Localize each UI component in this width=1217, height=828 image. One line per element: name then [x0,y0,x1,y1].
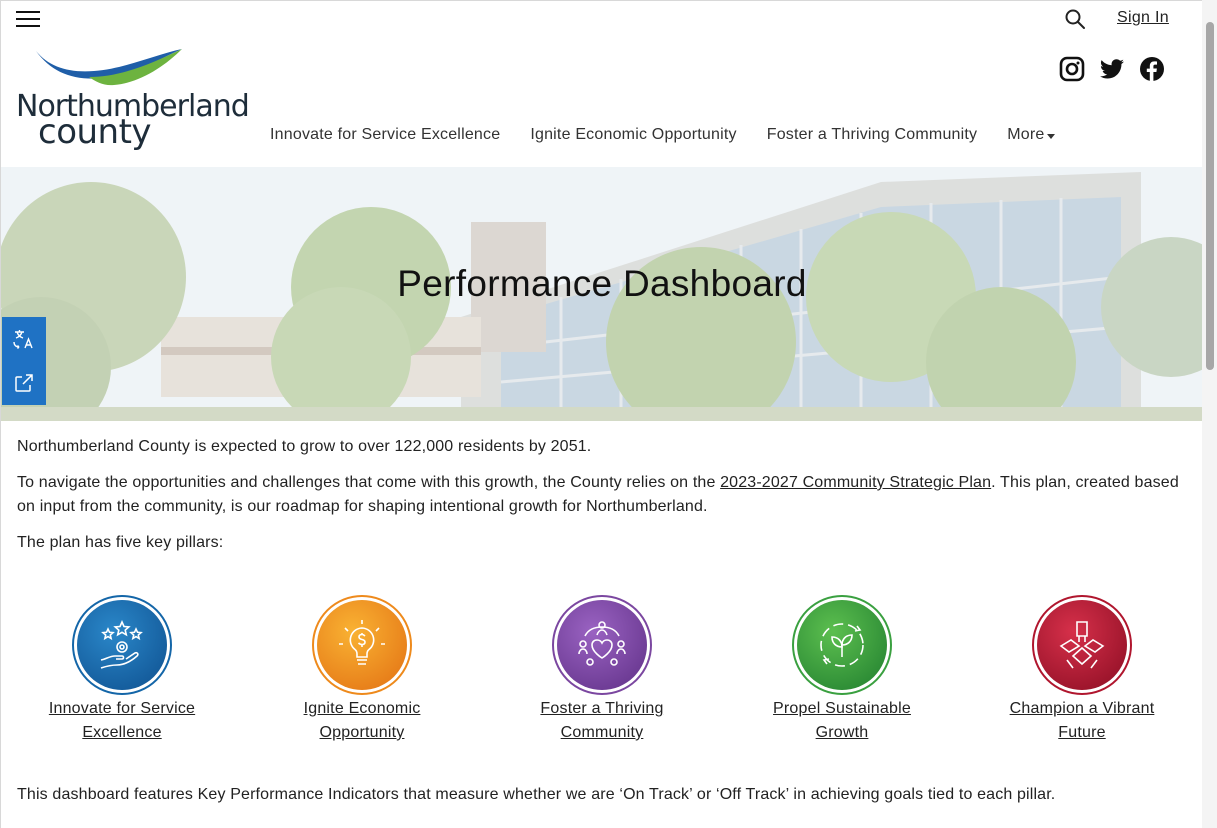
county-logo[interactable]: Northumberland county [14,45,250,160]
pillar-propel-badge[interactable] [792,595,892,695]
scrollbar-thumb[interactable] [1206,22,1214,370]
pillar-champion-link[interactable]: Champion a Vibrant Future [962,697,1202,745]
twitter-icon[interactable] [1099,56,1125,82]
pillar-propel: Propel Sustainable Growth [722,595,962,745]
nav-item-innovate[interactable]: Innovate for Service Excellence [270,126,500,144]
nav-item-foster[interactable]: Foster a Thriving Community [767,126,978,144]
hands-together-icon [1059,621,1105,669]
page-title: Performance Dashboard [397,263,807,304]
pillars-row: Innovate for Service Excellence Ignite E… [1,595,1203,755]
share-icon[interactable] [12,371,36,395]
pillar-foster-badge[interactable] [552,595,652,695]
side-toolbar [2,317,46,405]
pillar-innovate-link[interactable]: Innovate for Service Excellence [2,697,242,745]
pillar-innovate: Innovate for Service Excellence [2,595,242,745]
nav-more-label: More [1007,126,1045,143]
intro-paragraph-3: The plan has five key pillars: [17,534,224,551]
intro-content: Northumberland County is expected to gro… [17,435,1192,567]
pillar-foster-link[interactable]: Foster a Thriving Community [482,697,722,745]
nav-item-more[interactable]: More [1007,126,1055,144]
caret-down-icon [1046,133,1055,139]
pillar-ignite: Ignite Economic Opportunity [242,595,482,745]
sign-in-link[interactable]: Sign In [1117,9,1169,27]
strategic-plan-link[interactable]: 2023-2027 Community Strategic Plan [720,474,991,491]
intro-paragraph-1: Northumberland County is expected to gro… [17,438,592,455]
page: Sign In Northumberland county Innovate f… [0,0,1203,828]
pillar-champion: Champion a Vibrant Future [962,595,1202,745]
lightbulb-dollar-icon [339,620,385,665]
pillar-champion-badge[interactable] [1032,595,1132,695]
pillar-innovate-badge[interactable] [72,595,172,695]
logo-text-county: county [38,112,152,152]
main-nav: Innovate for Service Excellence Ignite E… [270,126,1085,144]
pillar-ignite-link[interactable]: Ignite Economic Opportunity [242,697,482,745]
instagram-icon[interactable] [1059,56,1085,82]
menu-icon[interactable] [16,9,40,29]
facebook-icon[interactable] [1139,56,1165,82]
recycle-leaf-icon [820,623,864,667]
social-links [1059,56,1165,82]
pillar-foster: Foster a Thriving Community [482,595,722,745]
search-icon[interactable] [1064,8,1086,30]
hero-banner: Performance Dashboard [1,167,1203,421]
translate-icon[interactable] [12,327,36,351]
dashboard-description: This dashboard features Key Performance … [17,786,1056,803]
community-heart-icon [578,621,626,666]
stars-gear-hand-icon [100,620,143,669]
pillar-ignite-badge[interactable] [312,595,412,695]
intro-paragraph-2: To navigate the opportunities and challe… [17,471,1192,519]
scrollbar[interactable] [1202,0,1217,828]
p2-text-before: To navigate the opportunities and challe… [17,474,721,491]
nav-item-ignite[interactable]: Ignite Economic Opportunity [530,126,736,144]
pillar-propel-link[interactable]: Propel Sustainable Growth [722,697,962,745]
